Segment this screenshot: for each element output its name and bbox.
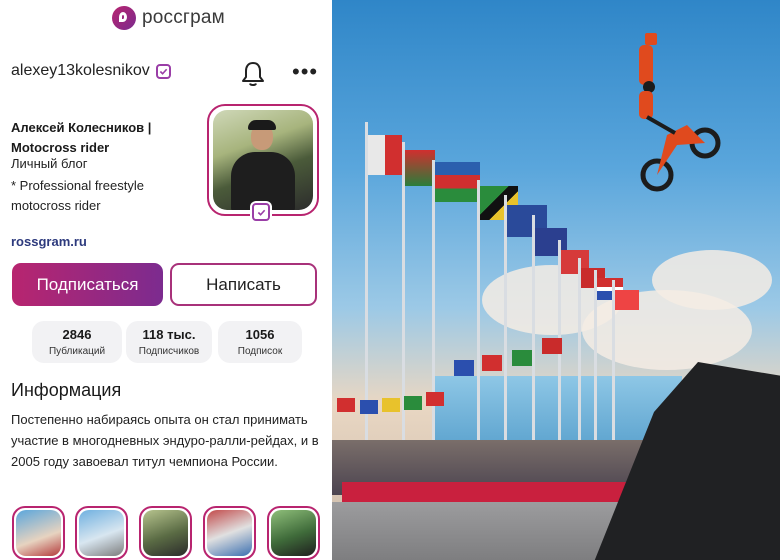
brand-name: россграм (142, 7, 225, 28)
brand-header: россграм (112, 6, 225, 30)
post-photo[interactable] (332, 0, 780, 560)
stat-following[interactable]: 1056 Подписок (218, 321, 302, 363)
username-row: alexey13kolesnikov (11, 62, 171, 80)
story-thumbnail[interactable] (139, 506, 192, 560)
bell-icon[interactable] (240, 60, 266, 88)
more-dots-icon[interactable]: ••• (292, 61, 318, 83)
message-button[interactable]: Написать (170, 263, 317, 306)
username: alexey13kolesnikov (11, 62, 150, 79)
avatar[interactable] (207, 104, 319, 216)
stat-posts[interactable]: 2846 Публикаций (32, 321, 122, 363)
info-text: Постепенно набираясь опыта он стал прини… (11, 412, 319, 469)
follow-button[interactable]: Подписаться (12, 263, 163, 306)
avatar-image (213, 110, 313, 210)
verified-badge-icon (155, 63, 171, 79)
stat-label: Публикаций (48, 346, 106, 357)
stat-value: 1056 (245, 327, 275, 342)
info-title: Информация (11, 380, 122, 400)
stat-label: Подписок (237, 346, 283, 357)
bio-line: * Professional freestyle motocross rider (11, 178, 144, 213)
stat-label: Подписчиков (138, 346, 200, 357)
stat-value: 2846 (62, 327, 92, 342)
avatar-verified-badge (250, 201, 272, 223)
bio-line: Личный блог (11, 156, 88, 171)
profile-panel: россграм alexey13kolesnikov ••• Алексей … (0, 0, 329, 560)
display-name: Алексей Колесников | Motocross rider (11, 120, 152, 155)
rider-illustration (639, 33, 721, 192)
profile-link[interactable]: rossgram.ru (11, 234, 87, 249)
stat-value: 118 тыс. (142, 327, 196, 342)
story-thumbnail[interactable] (267, 506, 320, 560)
verified-badge-icon (252, 203, 270, 221)
story-thumbnail[interactable] (75, 506, 128, 560)
rossgram-logo-icon (112, 6, 136, 30)
story-thumbnail[interactable] (12, 506, 65, 560)
stat-followers[interactable]: 118 тыс. Подписчиков (126, 321, 212, 363)
story-thumbnail[interactable] (203, 506, 256, 560)
